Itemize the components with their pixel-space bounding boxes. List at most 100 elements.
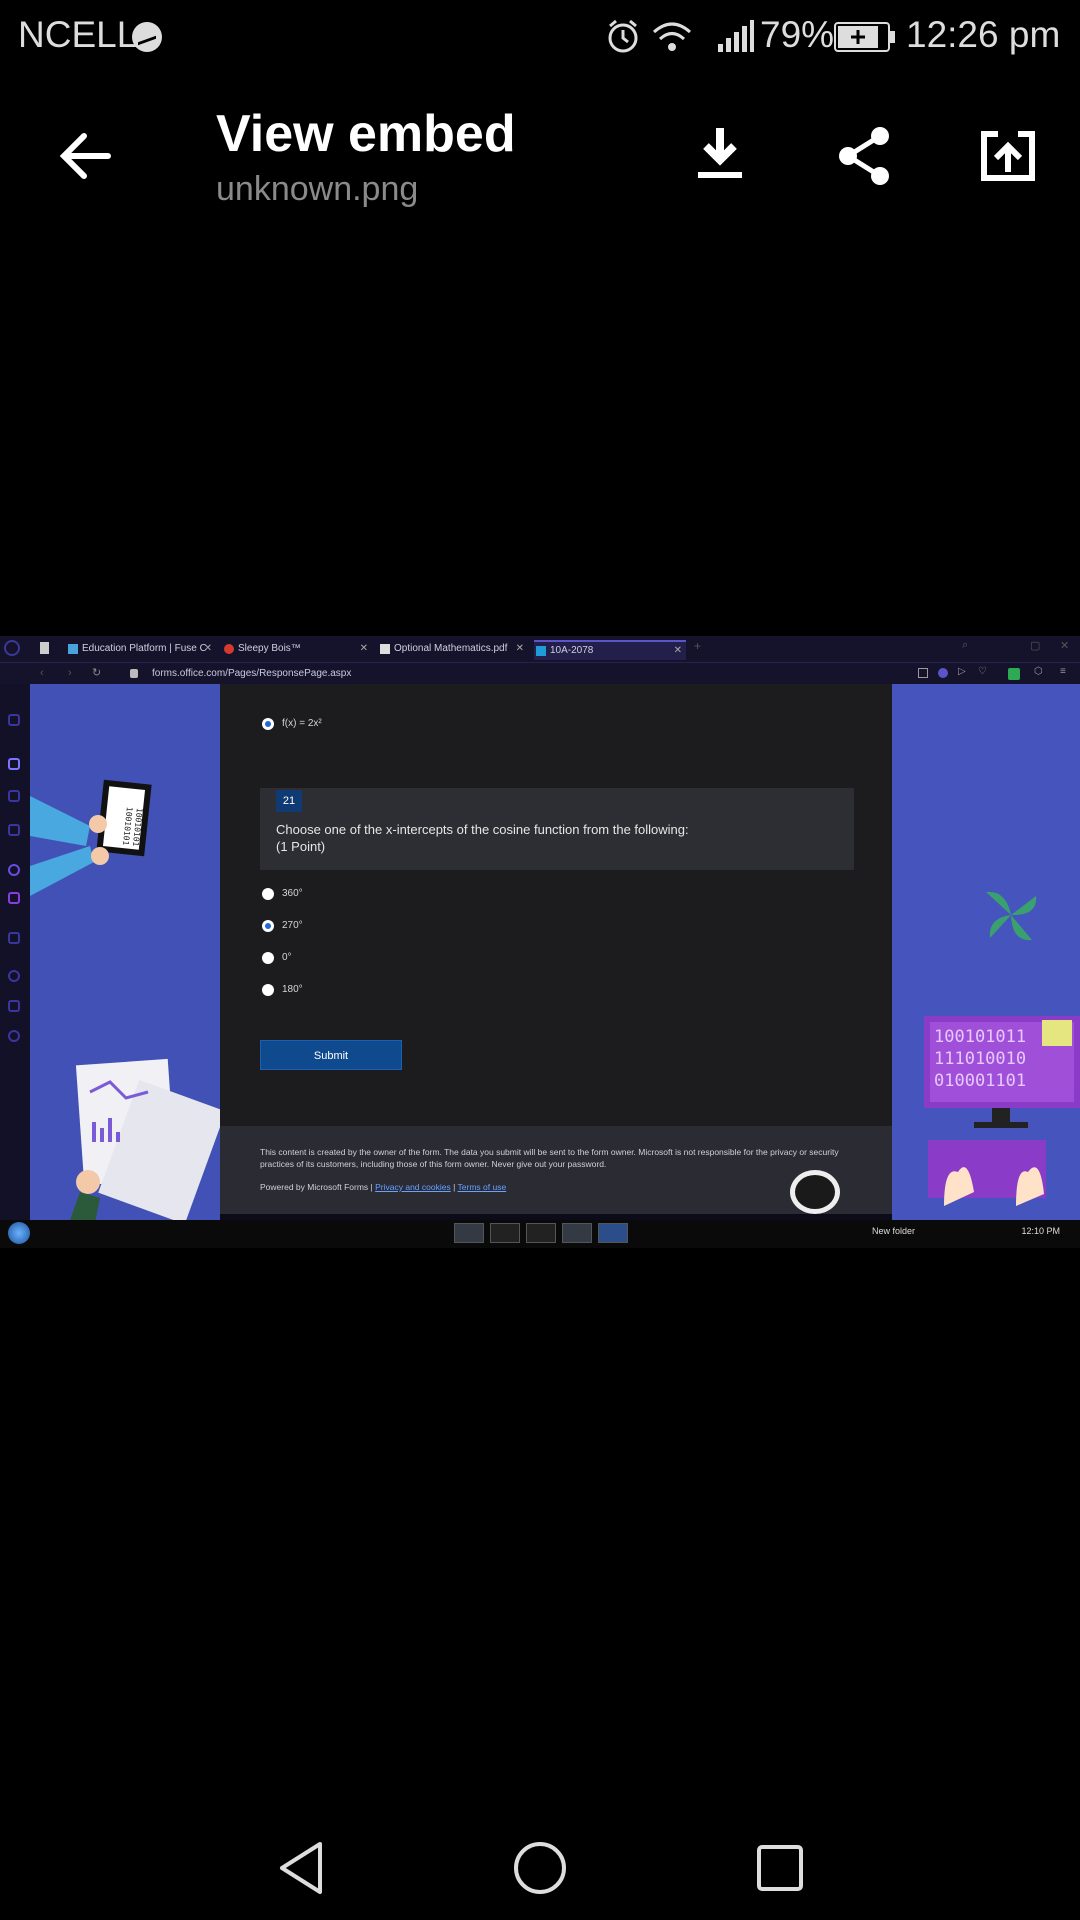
settings-icon[interactable]	[8, 1030, 20, 1042]
browser-logo-icon	[4, 640, 20, 656]
radio-selected[interactable]	[262, 920, 274, 932]
question-points: (1 Point)	[276, 839, 326, 854]
download-icon[interactable]	[694, 124, 746, 184]
tab-favicon-icon	[380, 644, 390, 654]
lock-icon	[130, 669, 138, 678]
question-text: Choose one of the x-intercepts of the co…	[276, 821, 689, 855]
powered-by-text: Powered by Microsoft Forms |	[260, 1182, 373, 1192]
tab-close-icon[interactable]: ✕	[674, 642, 682, 660]
binary-line: 010001101	[934, 1071, 1026, 1091]
tablet-illustration: 10010101 10010101	[30, 779, 152, 896]
messenger-icon[interactable]	[8, 864, 20, 876]
shield-icon[interactable]	[938, 668, 948, 678]
menu-icon[interactable]: ≡	[1060, 666, 1066, 677]
radio-selected[interactable]	[262, 718, 274, 730]
browser-tab-bar: Education Platform | Fuse C ✕ Sleepy Bois…	[0, 636, 1080, 662]
taskbar-folder-label[interactable]: New folder	[872, 1226, 915, 1236]
cup-illustration	[790, 1170, 840, 1214]
browser-tab[interactable]: Sleepy Bois™ ✕	[222, 640, 372, 660]
radio-unselected[interactable]	[262, 984, 274, 996]
nav-back-icon[interactable]: ‹	[40, 667, 44, 679]
clock: 12:26 pm	[906, 14, 1061, 55]
url-field[interactable]: forms.office.com/Pages/ResponsePage.aspx	[152, 668, 351, 679]
open-external-icon[interactable]	[980, 130, 1036, 182]
tab-label: Education Platform | Fuse C	[82, 643, 207, 654]
start-button-icon[interactable]	[8, 1222, 30, 1244]
new-tab-button[interactable]: +	[694, 639, 701, 653]
option-label: 270°	[282, 920, 303, 931]
documents-illustration	[60, 1058, 226, 1248]
browser-tab[interactable]: Optional Mathematics.pdf ✕	[378, 640, 528, 660]
nav-back-triangle-icon[interactable]	[276, 1840, 326, 1896]
windows-taskbar: New folder 12:10 PM	[0, 1220, 1080, 1248]
heart-icon[interactable]: ♡	[978, 666, 987, 677]
status-bar: NCELL 79% 12:26 pm	[0, 0, 1080, 75]
radio-unselected[interactable]	[262, 952, 274, 964]
terms-link[interactable]: Terms of use	[458, 1182, 507, 1192]
camera-icon[interactable]	[918, 668, 928, 678]
signal-icon	[718, 20, 754, 52]
address-bar: ‹ › ↻ forms.office.com/Pages/ResponsePag…	[0, 662, 1080, 685]
maximize-icon[interactable]: ▢	[1030, 639, 1040, 652]
browser-tab[interactable]: Education Platform | Fuse C ✕	[66, 640, 216, 660]
send-icon[interactable]: ▷	[958, 666, 966, 677]
taskbar-app-icon[interactable]	[598, 1223, 628, 1243]
sidebar-icon[interactable]	[8, 1000, 20, 1012]
tab-close-icon[interactable]: ✕	[516, 640, 524, 658]
sidebar-icon[interactable]	[8, 932, 20, 944]
wifi-icon	[653, 22, 691, 51]
home-icon[interactable]	[8, 758, 20, 770]
leaf-illustration	[986, 891, 1037, 941]
navigation-bar	[0, 1810, 1080, 1920]
battery-percent: 79%	[760, 14, 835, 55]
question-number: 21	[276, 790, 302, 812]
sidebar-icon[interactable]	[8, 824, 20, 836]
taskbar-app-icon[interactable]	[562, 1223, 592, 1243]
nav-recents-square-icon[interactable]	[756, 1844, 804, 1892]
close-window-icon[interactable]: ✕	[1060, 639, 1069, 652]
option-label: f(x) = 2x²	[282, 718, 322, 729]
share-icon[interactable]	[836, 126, 894, 186]
privacy-link[interactable]: Privacy and cookies	[375, 1182, 451, 1192]
binary-line: 111010010	[934, 1049, 1026, 1069]
taskbar-app-icon[interactable]	[526, 1223, 556, 1243]
tab-close-icon[interactable]: ✕	[360, 640, 368, 658]
cube-icon[interactable]: ⬡	[1034, 666, 1043, 677]
tab-favicon-icon	[68, 644, 78, 654]
tab-favicon-icon	[224, 644, 234, 654]
question-prompt: Choose one of the x-intercepts of the co…	[276, 822, 689, 837]
tab-close-icon[interactable]: ✕	[204, 640, 212, 658]
battery-icon	[834, 22, 895, 52]
option-label: 0°	[282, 952, 292, 963]
search-icon[interactable]: ⌕	[962, 639, 968, 652]
taskbar-app-icon[interactable]	[490, 1223, 520, 1243]
back-arrow-icon[interactable]	[56, 130, 114, 182]
instagram-icon[interactable]	[8, 892, 20, 904]
monitor-illustration: 100101011 111010010 010001101	[924, 1016, 1080, 1206]
tab-label: Sleepy Bois™	[238, 643, 301, 654]
nav-forward-icon[interactable]: ›	[68, 667, 72, 679]
option-label: 360°	[282, 888, 303, 899]
heart-icon[interactable]	[8, 970, 20, 982]
embedded-image[interactable]: Education Platform | Fuse C ✕ Sleepy Bois…	[0, 636, 1080, 1248]
sidebar-icon[interactable]	[8, 714, 20, 726]
carrier-name: NCELL	[18, 14, 138, 55]
nav-home-circle-icon[interactable]	[512, 1840, 568, 1896]
radio-unselected[interactable]	[262, 888, 274, 900]
taskbar-app-icon[interactable]	[454, 1223, 484, 1243]
messenger-icon	[132, 22, 162, 52]
file-name: unknown.png	[216, 170, 419, 208]
option-label: 180°	[282, 984, 303, 995]
link-separator: |	[453, 1182, 456, 1192]
binary-line: 100101011	[934, 1027, 1026, 1047]
sidebar-icon[interactable]	[8, 790, 20, 802]
browser-tab-active[interactable]: 10A-2078 ✕	[534, 640, 686, 660]
taskbar-clock: 12:10 PM	[1021, 1226, 1060, 1236]
tab-label: 10A-2078	[550, 645, 594, 656]
extension-icon[interactable]	[1008, 668, 1020, 680]
powered-by: Powered by Microsoft Forms | Privacy and…	[260, 1182, 506, 1192]
submit-button[interactable]: Submit	[260, 1040, 402, 1070]
page-title: View embed	[216, 105, 516, 163]
reload-icon[interactable]: ↻	[92, 666, 101, 679]
browser-sidebar	[0, 684, 30, 1236]
